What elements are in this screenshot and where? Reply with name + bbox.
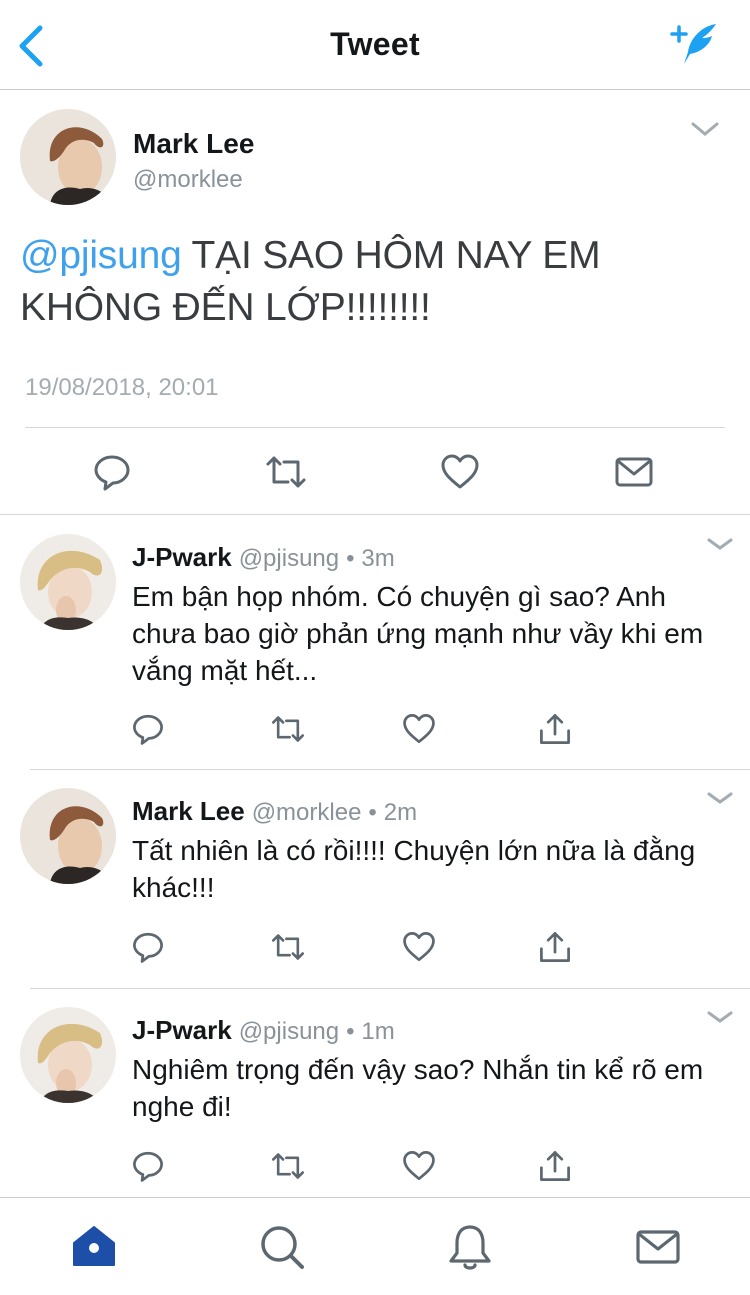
chevron-down-icon [691,122,719,136]
share-button[interactable] [538,930,572,964]
chevron-down-icon [707,792,733,804]
reply-tweet[interactable]: J-Pwark @pjisung • 3m Em bận họp nhóm. C… [0,516,750,770]
reply-time: 1m [361,1018,395,1045]
author-name[interactable]: Mark Lee [133,128,254,160]
notifications-icon [449,1225,491,1270]
search-icon [261,1226,304,1269]
tweet-action-bar [0,428,750,514]
reply-time: 3m [361,545,395,572]
reply-tweet[interactable]: J-Pwark @pjisung • 1m Nghiêm trọng đến v… [0,989,750,1197]
messages-icon [636,1230,680,1264]
reply-icon [94,455,130,491]
retweet-icon [266,456,306,488]
reply-icon [133,714,163,745]
tweet-timestamp: 19/08/2018, 20:01 [25,374,219,401]
reply-button[interactable] [92,452,132,492]
retweet-button[interactable] [270,712,305,746]
page-title: Tweet [330,26,420,62]
retweet-button[interactable] [270,930,305,964]
share-icon [540,1151,570,1181]
tweet-options-button[interactable] [690,120,720,138]
like-icon [403,714,435,744]
retweet-icon [271,1153,305,1179]
retweet-button[interactable] [270,1149,305,1183]
tab-search[interactable] [258,1223,306,1271]
reply-text: Em bận họp nhóm. Có chuyện gì sao? Anh c… [132,581,704,686]
compose-feather-icon [670,24,716,64]
tweet-text: @pjisung TẠI SAO HÔM NAY EM KHÔNG ĐẾN LỚ… [20,230,720,334]
avatar[interactable] [20,788,116,884]
like-icon [403,932,435,962]
reply-button[interactable] [131,712,165,746]
mention-link[interactable]: @pjisung [20,234,182,277]
like-icon [403,1151,435,1181]
author-name[interactable]: J-Pwark [132,1015,232,1045]
retweet-icon [271,716,305,742]
tab-notifications[interactable] [446,1223,494,1271]
chevron-down-icon [707,538,733,550]
like-button[interactable] [440,452,480,492]
tab-home[interactable] [70,1223,118,1271]
separator-dot: • [346,545,355,572]
author-name[interactable]: J-Pwark [132,542,232,572]
tweet-options-button[interactable] [706,790,734,806]
reply-text: Nghiêm trọng đến vậy sao? Nhắn tin kể rõ… [132,1054,704,1122]
chevron-down-icon [707,1011,733,1023]
home-icon [73,1226,115,1266]
reply-action-bar [0,712,750,752]
message-button[interactable] [614,452,654,492]
top-navigation-bar: Tweet [0,0,750,90]
reply-button[interactable] [131,1149,165,1183]
reply-button[interactable] [131,930,165,964]
share-icon [540,714,570,744]
reply-action-bar [0,1149,750,1189]
reply-icon [133,1151,163,1182]
main-tweet: Mark Lee @morklee @pjisung TẠI SAO HÔM N… [0,90,750,515]
reply-action-bar [0,930,750,970]
compose-tweet-button[interactable] [668,20,722,68]
separator-dot: • [346,1018,355,1045]
tab-messages[interactable] [634,1223,682,1271]
reply-header: Mark Lee @morklee • 2m [132,796,417,827]
like-icon [441,454,479,489]
share-icon [540,932,570,962]
retweet-button[interactable] [264,452,306,492]
retweet-icon [271,934,305,960]
reply-tweet[interactable]: Mark Lee @morklee • 2m Tất nhiên là có r… [0,770,750,989]
like-button[interactable] [402,1149,436,1183]
share-button[interactable] [538,712,572,746]
tweet-options-button[interactable] [706,536,734,552]
avatar[interactable] [20,109,116,205]
avatar[interactable] [20,534,116,630]
avatar[interactable] [20,1007,116,1103]
reply-text: Tất nhiên là có rồi!!!! Chuyện lớn nữa l… [132,835,696,903]
author-handle[interactable]: @pjisung [239,545,339,572]
like-button[interactable] [402,712,436,746]
bottom-tab-bar [0,1197,750,1295]
tweet-options-button[interactable] [706,1009,734,1025]
share-button[interactable] [538,1149,572,1183]
reply-header: J-Pwark @pjisung • 3m [132,542,395,573]
separator-dot: • [368,799,377,826]
reply-icon [133,932,163,963]
reply-header: J-Pwark @pjisung • 1m [132,1015,395,1046]
reply-time: 2m [383,799,418,826]
author-handle[interactable]: @pjisung [239,1018,339,1045]
message-icon [615,457,653,487]
author-handle[interactable]: @morklee [133,166,243,194]
author-name[interactable]: Mark Lee [132,796,245,826]
author-handle[interactable]: @morklee [252,799,362,826]
like-button[interactable] [402,930,436,964]
